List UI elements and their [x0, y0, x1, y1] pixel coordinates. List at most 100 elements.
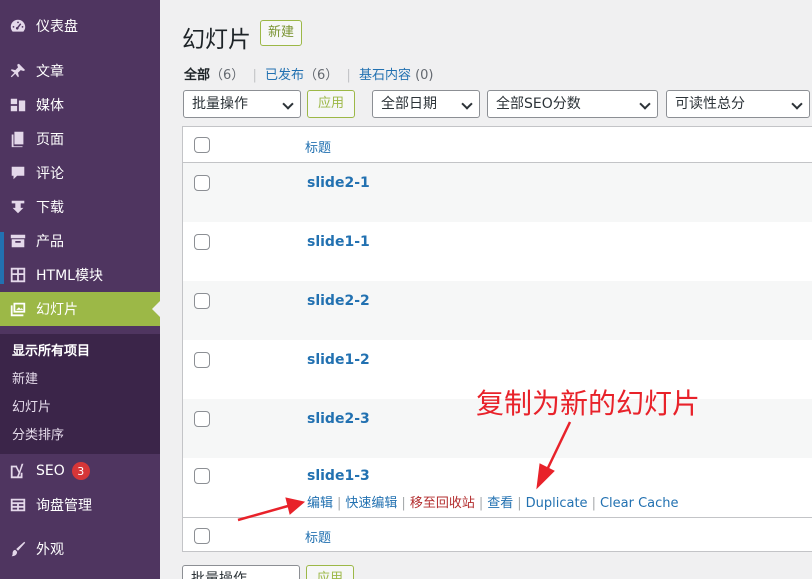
view-cornerstone-link[interactable]: 基石内容	[359, 68, 411, 83]
row-title-link[interactable]: slide1-1	[307, 234, 370, 250]
chevron-down-icon	[791, 98, 803, 110]
table-icon	[8, 495, 28, 515]
row-title-link[interactable]: slide2-3	[307, 411, 370, 427]
view-published-link[interactable]: 已发布	[265, 68, 304, 83]
submenu-slides[interactable]: 幻灯片	[12, 396, 51, 415]
view-link[interactable]: 查看	[487, 496, 513, 511]
apply-button-bottom[interactable]: 应用	[306, 565, 354, 579]
sidebar-item-label: 文章	[36, 64, 64, 80]
annotation-text: 复制为新的幻灯片	[476, 387, 701, 420]
slides-submenu: 显示所有项目 新建 幻灯片 分类排序	[0, 334, 160, 454]
row-checkbox[interactable]	[194, 468, 210, 484]
seo-notification-badge: 3	[71, 462, 90, 480]
sidebar-item-posts[interactable]: 文章	[0, 54, 160, 88]
row-actions: 编辑 | 快速编辑 | 移至回收站 | 查看 | Duplicate | Clear Cache	[307, 492, 679, 511]
quick-edit-link[interactable]: 快速编辑	[345, 496, 397, 511]
chevron-down-icon	[639, 98, 651, 110]
pin-icon	[8, 61, 28, 81]
dashboard-icon	[8, 16, 28, 36]
view-all-link[interactable]: 全部	[184, 68, 210, 83]
sidebar-item-html-modules[interactable]: HTML模块	[0, 258, 160, 292]
table-row: slide1-1	[183, 222, 812, 281]
comment-icon	[8, 163, 28, 183]
sidebar-item-products[interactable]: 产品	[0, 224, 160, 258]
select-value: 批量操作	[192, 96, 248, 112]
row-checkbox[interactable]	[194, 411, 210, 427]
view-filters: 全部（6） | 已发布（6） | 基石内容 (0)	[184, 64, 434, 83]
view-all-count: （6）	[210, 68, 245, 83]
grid-icon	[8, 265, 28, 285]
bulk-action-select-bottom[interactable]: 批量操作	[182, 565, 300, 579]
select-all-checkbox-footer[interactable]	[194, 528, 210, 544]
archive-icon	[8, 231, 28, 251]
edit-link[interactable]: 编辑	[307, 496, 333, 511]
table-row: slide2-1	[183, 163, 812, 222]
table-row: slide1-3 编辑 | 快速编辑 | 移至回收站 | 查看 | Duplicate | Clea…	[183, 458, 812, 518]
sidebar-item-comments[interactable]: 评论	[0, 156, 160, 190]
select-value: 批量操作	[191, 571, 247, 579]
select-value: 全部日期	[381, 96, 437, 112]
duplicate-link[interactable]: Duplicate	[526, 496, 588, 511]
row-title-link[interactable]: slide1-3	[307, 468, 370, 484]
slides-icon	[8, 299, 28, 319]
chevron-down-icon	[282, 98, 294, 110]
sidebar-item-inquiries[interactable]: 询盘管理	[0, 488, 160, 522]
brush-icon	[8, 539, 28, 559]
sidebar-item-label: 产品	[36, 234, 64, 250]
sidebar-item-label: 外观	[36, 542, 64, 558]
row-checkbox[interactable]	[194, 175, 210, 191]
separator: |	[346, 68, 351, 83]
sidebar-item-media[interactable]: 媒体	[0, 88, 160, 122]
apply-button[interactable]: 应用	[307, 90, 355, 118]
date-filter-select[interactable]: 全部日期	[372, 90, 480, 118]
sidebar-item-label: 幻灯片	[36, 302, 78, 318]
page-title: 幻灯片	[182, 27, 251, 53]
separator: |	[337, 496, 342, 511]
select-value: 全部SEO分数	[496, 96, 581, 112]
readability-select[interactable]: 可读性总分	[666, 90, 810, 118]
row-title-link[interactable]: slide1-2	[307, 352, 370, 368]
row-checkbox[interactable]	[194, 293, 210, 309]
sidebar-item-seo[interactable]: SEO 3	[0, 454, 160, 488]
sidebar-item-label: 页面	[36, 132, 64, 148]
slides-table: 标题 slide2-1 slide1-1 slide2-2 slide1-2 s…	[182, 126, 812, 552]
row-checkbox[interactable]	[194, 234, 210, 250]
download-icon	[8, 197, 28, 217]
separator: |	[478, 496, 484, 511]
submenu-category-order[interactable]: 分类排序	[12, 424, 64, 443]
select-all-checkbox[interactable]	[194, 137, 210, 153]
bulk-action-select[interactable]: 批量操作	[183, 90, 301, 118]
add-new-button[interactable]: 新建	[260, 20, 303, 46]
select-value: 可读性总分	[675, 96, 745, 112]
sidebar-item-downloads[interactable]: 下载	[0, 190, 160, 224]
row-title-link[interactable]: slide2-2	[307, 293, 370, 309]
separator: |	[591, 496, 596, 511]
table-row: slide2-2	[183, 281, 812, 340]
sidebar-item-pages[interactable]: 页面	[0, 122, 160, 156]
clear-cache-link[interactable]: Clear Cache	[600, 496, 679, 511]
table-footer: 标题	[183, 518, 812, 552]
sidebar-item-label: 询盘管理	[36, 498, 92, 514]
column-title-header[interactable]: 标题	[305, 137, 331, 156]
seo-score-select[interactable]: 全部SEO分数	[487, 90, 658, 118]
media-icon	[8, 95, 28, 115]
row-title-link[interactable]: slide2-1	[307, 175, 370, 191]
current-indicator	[152, 301, 160, 317]
sidebar-item-label: SEO	[36, 463, 65, 479]
column-title-footer[interactable]: 标题	[305, 527, 331, 546]
sidebar-item-label: 仪表盘	[36, 19, 78, 35]
sidebar-item-label: HTML模块	[36, 268, 103, 284]
row-checkbox[interactable]	[194, 352, 210, 368]
sidebar-item-dashboard[interactable]: 仪表盘	[0, 9, 160, 43]
separator: |	[252, 68, 257, 83]
sidebar-item-slides[interactable]: 幻灯片	[0, 292, 160, 326]
chevron-down-icon	[461, 98, 473, 110]
sidebar-item-label: 媒体	[36, 98, 64, 114]
sidebar-item-label: 评论	[36, 166, 64, 182]
submenu-all-items[interactable]: 显示所有项目	[12, 340, 90, 359]
separator: |	[401, 496, 406, 511]
sidebar-item-appearance[interactable]: 外观	[0, 532, 160, 566]
trash-link[interactable]: 移至回收站	[410, 496, 475, 511]
submenu-add-new[interactable]: 新建	[12, 368, 38, 387]
sidebar-item-label: 下载	[36, 200, 64, 216]
